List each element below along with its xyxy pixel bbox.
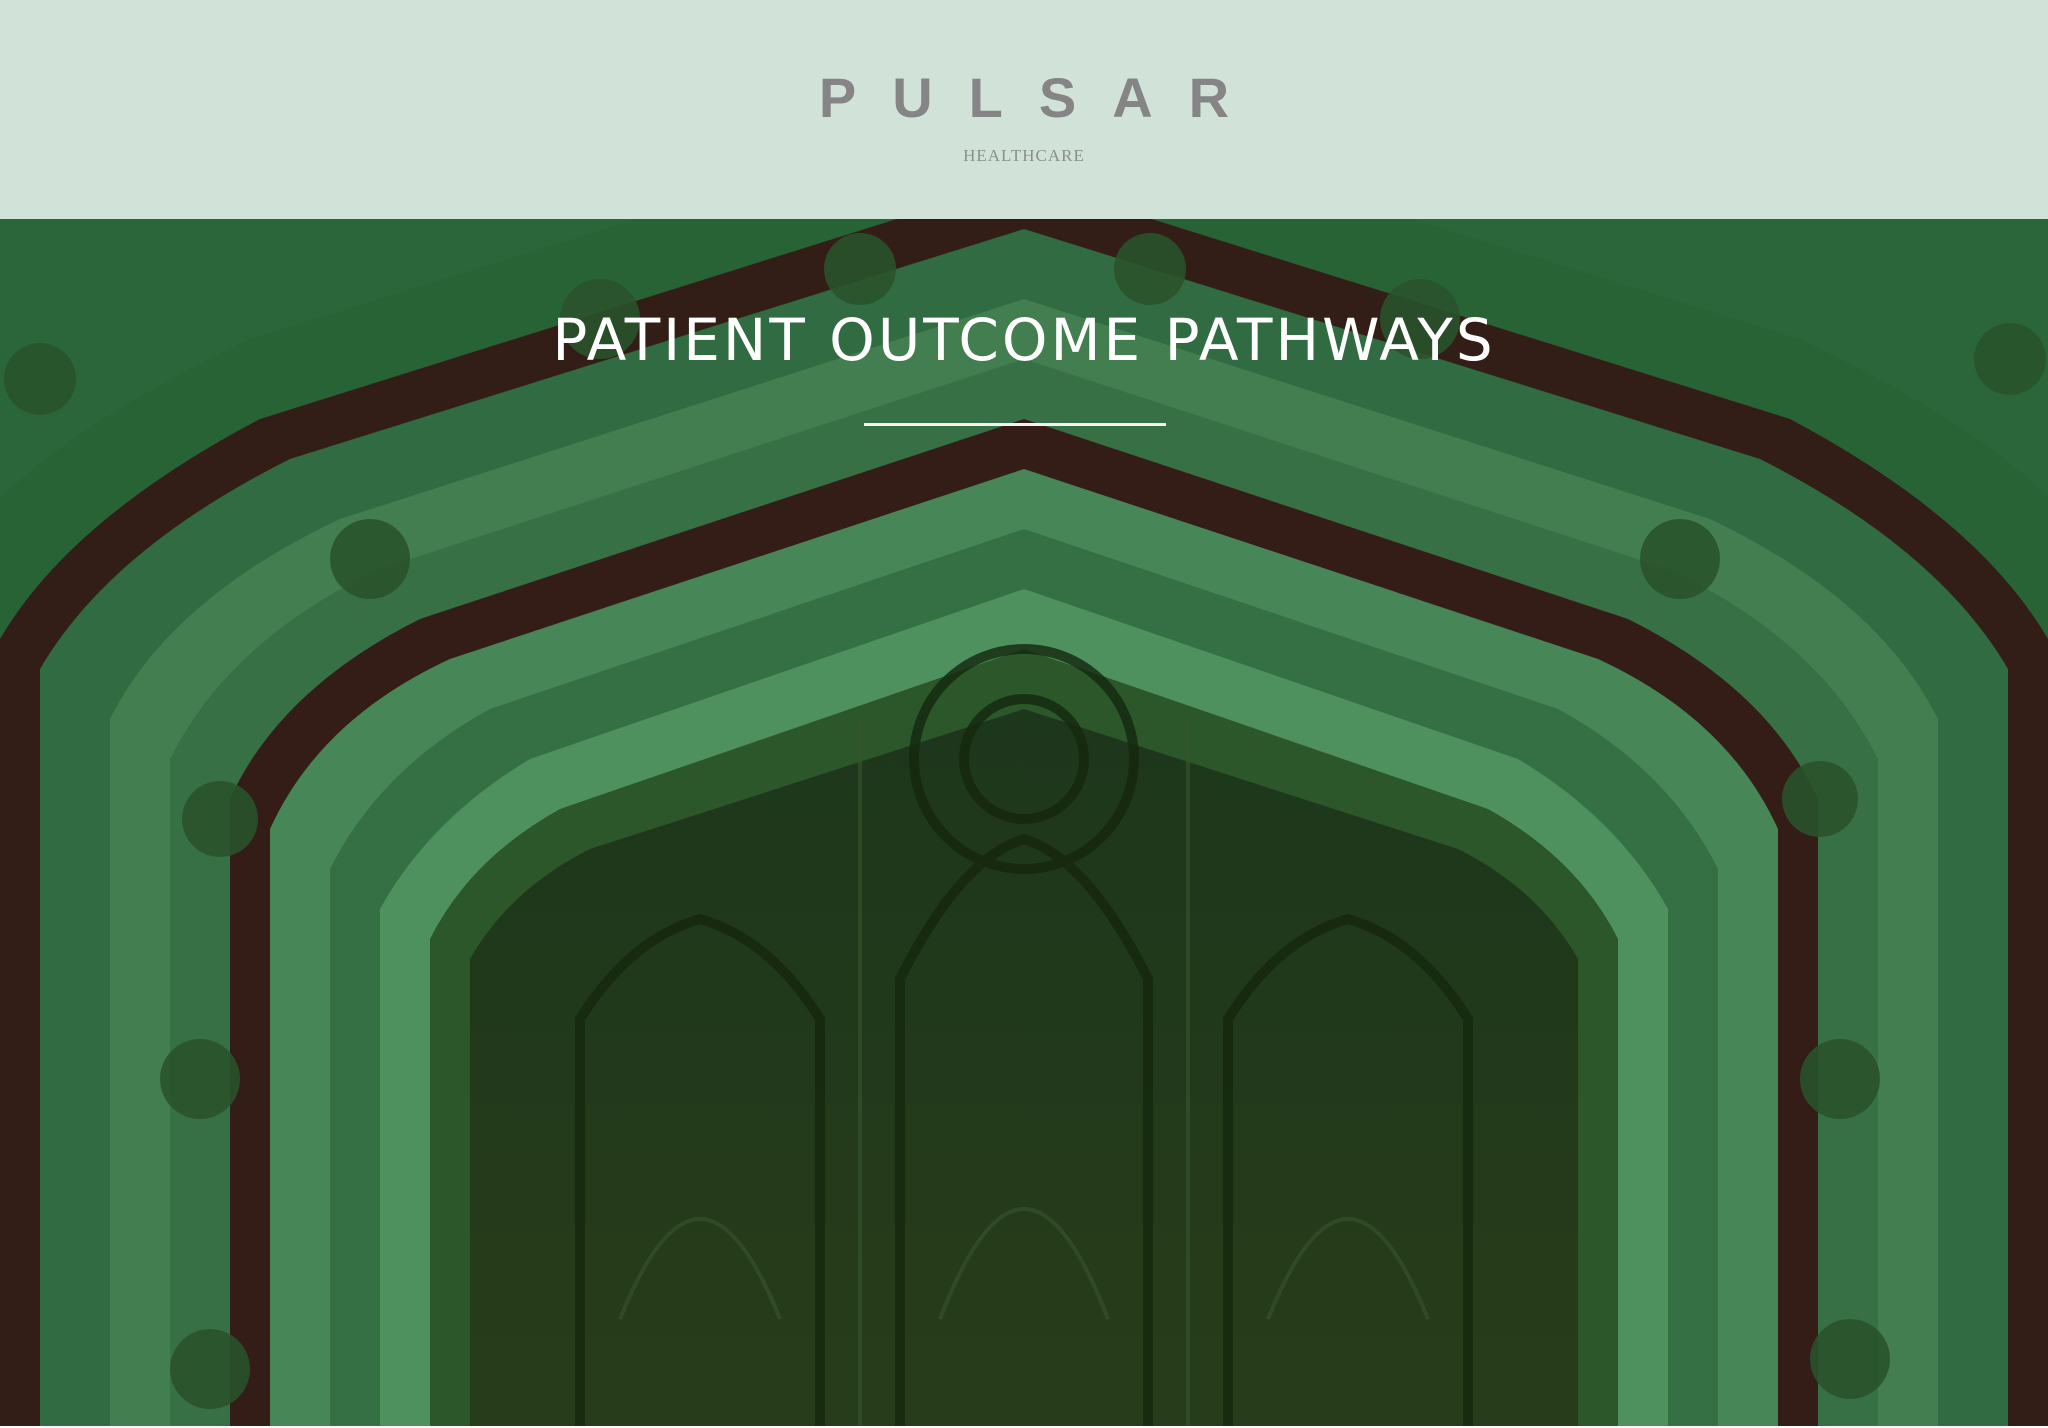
gothic-arch-illustration	[0, 219, 2048, 1428]
hero-title: PATIENT OUTCOME PATHWAYS	[552, 306, 1496, 374]
brand-tagline: HEALTHCARE	[963, 146, 1085, 165]
brand-logo: PULSAR	[818, 66, 1266, 129]
page: PULSAR HEALTHCARE PATIENT OUTCOME PATHWA…	[0, 0, 2048, 1428]
title-underline	[864, 423, 1166, 426]
header-band: PULSAR HEALTHCARE	[0, 0, 2048, 219]
hero-image	[0, 219, 2048, 1428]
